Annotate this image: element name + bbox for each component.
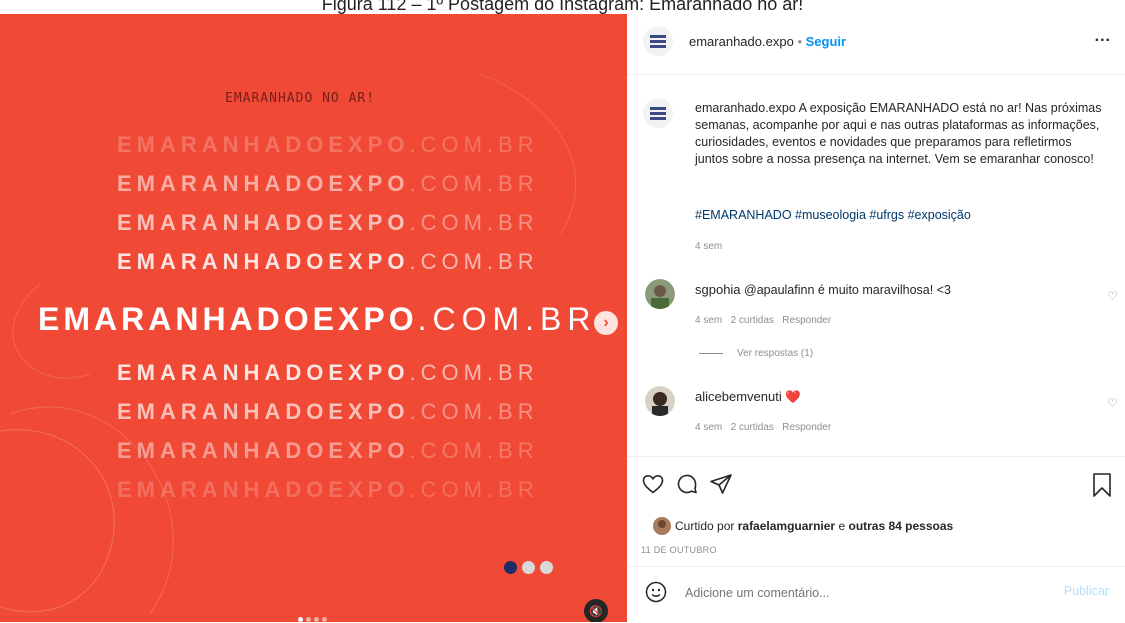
likes-user[interactable]: rafaelamguarnier [738, 519, 835, 533]
view-replies-button[interactable]: Ver respostas (1) [699, 348, 813, 359]
dot-active [504, 561, 517, 574]
follow-button[interactable]: Seguir [806, 34, 846, 49]
red-heart-emoji: ❤️ [785, 390, 801, 404]
url-line: EMARANHADOEXPO.COM.BR [117, 360, 539, 385]
avatar[interactable] [643, 98, 673, 128]
post-side-panel: emaranhado.expo • Seguir ... emaranhado.… [627, 14, 1125, 622]
comment-meta: 4 sem 2 curtidas Responder [695, 315, 831, 326]
url-line: EMARANHADOEXPO.COM.BR [117, 399, 539, 424]
figure-caption: Figura 112 – 1º Postagem do Instagram: E… [321, 0, 804, 14]
carousel-dot-active [298, 617, 303, 622]
divider-line [699, 353, 723, 354]
likes-prefix: Curtido por [675, 519, 735, 533]
comment-username[interactable]: alicebemvenuti [695, 389, 782, 404]
likes-conjunction: e [838, 519, 846, 533]
mute-button[interactable]: 🔇 [584, 599, 608, 622]
carousel-dots [298, 617, 327, 622]
comment-text: @apaulafinn é muito maravilhosa! <3 [744, 283, 951, 297]
caption-hashtags[interactable]: #EMARANHADO #museologia #ufrgs #exposiçã… [695, 208, 971, 222]
dot [522, 561, 535, 574]
comment-likes[interactable]: 2 curtidas [731, 422, 774, 433]
heart-icon[interactable]: ♡ [1107, 289, 1118, 303]
post-headline: EMARANHADO NO AR! [225, 91, 376, 106]
heart-icon[interactable] [641, 472, 665, 496]
comment: alicebemvenuti ❤️ [695, 389, 801, 405]
likes-others[interactable]: outras 84 pessoas [848, 519, 953, 533]
comment-time[interactable]: 4 sem [695, 422, 722, 433]
reply-button[interactable]: Responder [782, 315, 831, 326]
likes-summary[interactable]: Curtido por rafaelamguarnier e outras 84… [675, 519, 953, 533]
separator-dot: • [797, 34, 802, 49]
more-options-icon[interactable]: ... [1095, 28, 1111, 46]
carousel-dot [306, 617, 311, 622]
heart-icon[interactable]: ♡ [1107, 396, 1118, 410]
carousel-dot [314, 617, 319, 622]
share-icon[interactable] [709, 472, 733, 496]
avatar[interactable] [645, 386, 675, 416]
publish-button[interactable]: Publicar [1064, 584, 1109, 598]
url-line: EMARANHADOEXPO.COM.BR [117, 477, 539, 502]
chevron-right-icon: › [603, 314, 609, 331]
bookmark-icon[interactable] [1091, 472, 1113, 498]
next-slide-button[interactable]: › [594, 311, 618, 335]
reply-button[interactable]: Responder [782, 422, 831, 433]
comment-bar: Publicar [627, 566, 1125, 623]
comment-time[interactable]: 4 sem [695, 315, 722, 326]
post-header: emaranhado.expo • Seguir ... [627, 14, 1125, 75]
url-line: EMARANHADOEXPO.COM.BR [117, 249, 539, 274]
comment-icon[interactable] [675, 472, 699, 496]
slide-indicator-graphic [504, 561, 553, 574]
avatar[interactable] [653, 517, 671, 535]
post-caption: emaranhado.expo A exposição EMARANHADO e… [695, 100, 1105, 168]
post-date[interactable]: 11 DE OUTUBRO [641, 545, 717, 555]
caption-time[interactable]: 4 sem [695, 241, 722, 252]
header-username[interactable]: emaranhado.expo [689, 34, 794, 49]
dot [540, 561, 553, 574]
avatar[interactable] [643, 26, 673, 56]
speaker-muted-icon: 🔇 [589, 605, 603, 618]
comment-meta: 4 sem 2 curtidas Responder [695, 422, 831, 433]
comment-likes[interactable]: 2 curtidas [731, 315, 774, 326]
caption-username[interactable]: emaranhado.expo [695, 101, 796, 115]
comment-username[interactable]: sgpohia [695, 282, 741, 297]
emoji-icon[interactable] [645, 581, 667, 603]
url-line: EMARANHADOEXPO.COM.BR [117, 132, 539, 157]
url-line: EMARANHADOEXPO.COM.BR [117, 438, 539, 463]
comment-input[interactable] [683, 581, 1017, 605]
url-line-main: EMARANHADOEXPO.COM.BR [38, 301, 597, 337]
avatar[interactable] [645, 279, 675, 309]
carousel-dot [322, 617, 327, 622]
url-line: EMARANHADOEXPO.COM.BR [117, 171, 539, 196]
post-image[interactable]: EMARANHADO NO AR! EMARANHADOEXPO.COM.BR … [0, 14, 627, 622]
url-line: EMARANHADOEXPO.COM.BR [117, 210, 539, 235]
comment: sgpohia @apaulafinn é muito maravilhosa!… [695, 282, 951, 297]
